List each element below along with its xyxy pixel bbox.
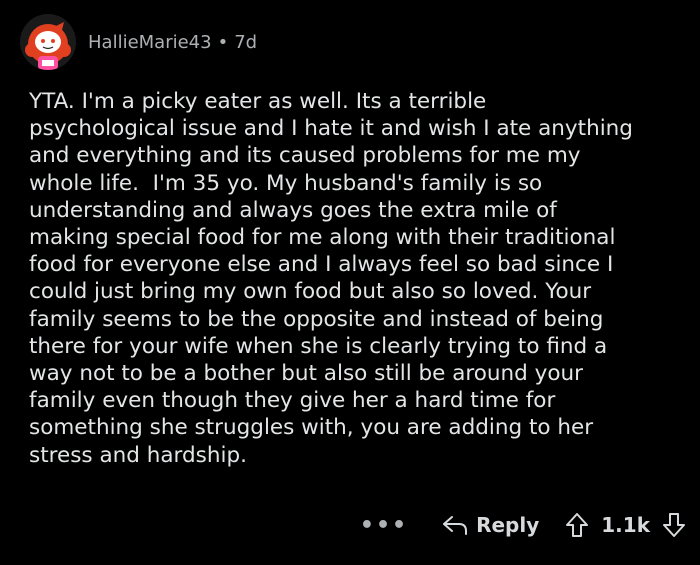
- downvote-arrow-icon[interactable]: [662, 512, 686, 538]
- vote-controls: 1.1k: [565, 512, 686, 538]
- upvote-arrow-icon[interactable]: [565, 512, 589, 538]
- username[interactable]: HallieMarie43: [88, 32, 212, 53]
- reply-arrow-icon: [443, 516, 468, 535]
- comment-age: 7d: [234, 31, 258, 53]
- comment-meta: HallieMarie43 • 7d: [88, 32, 257, 53]
- reply-label: Reply: [476, 513, 540, 537]
- comment-body: YTA. I'm a picky eater as well. Its a te…: [29, 89, 633, 468]
- reply-button[interactable]: Reply: [442, 513, 539, 537]
- user-avatar[interactable]: [20, 14, 76, 70]
- comment-actions: ••• Reply 1.1k: [360, 512, 686, 538]
- snoo-avatar-icon: [20, 14, 76, 70]
- comment-header: HallieMarie43 • 7d: [20, 14, 257, 70]
- meta-separator: •: [217, 31, 229, 53]
- vote-score: 1.1k: [601, 513, 650, 537]
- more-options-button[interactable]: •••: [360, 513, 408, 538]
